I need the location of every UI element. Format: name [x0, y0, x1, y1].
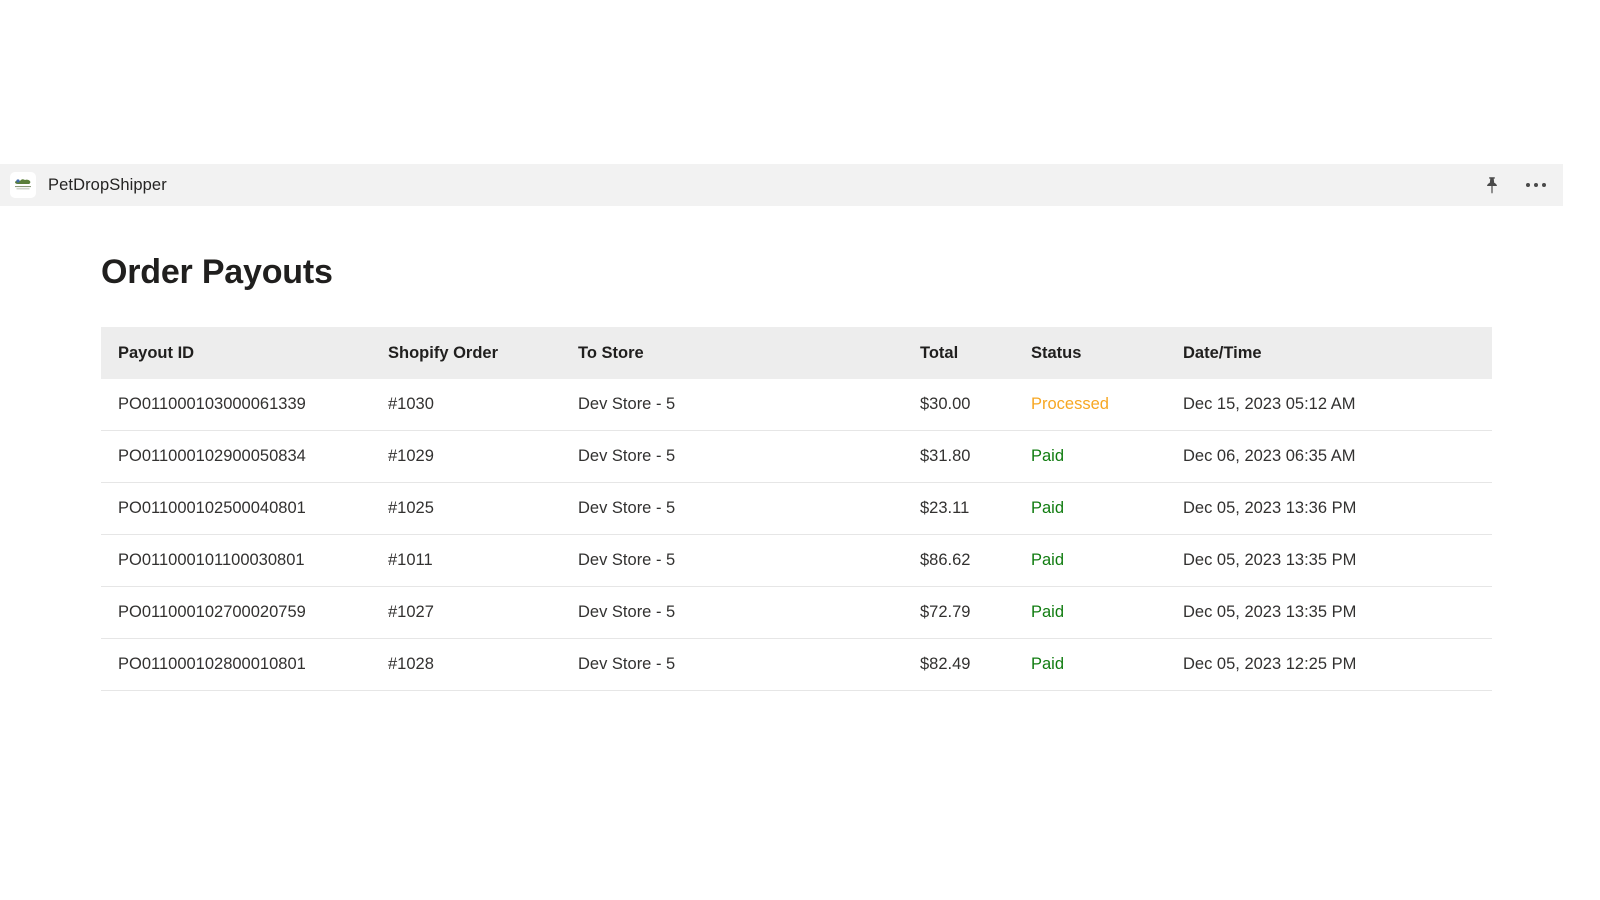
cell-datetime: Dec 05, 2023 13:35 PM: [1183, 534, 1492, 588]
cell-total: $30.00: [920, 379, 1031, 432]
cell-shopify-order: #1025: [388, 482, 578, 536]
table-header: Payout ID Shopify Order To Store Total S…: [101, 327, 1492, 380]
cell-to-store: Dev Store - 5: [578, 430, 920, 484]
column-header-status[interactable]: Status: [1031, 327, 1183, 380]
page-title: Order Payouts: [101, 253, 333, 291]
column-header-payout-id[interactable]: Payout ID: [101, 327, 388, 380]
more-options-icon[interactable]: [1525, 174, 1547, 196]
table-row[interactable]: PO011000103000061339 #1030 Dev Store - 5 $3…: [101, 379, 1492, 432]
cell-datetime: Dec 05, 2023 12:25 PM: [1183, 638, 1492, 692]
cell-total: $31.80: [920, 430, 1031, 484]
column-header-to-store[interactable]: To Store: [578, 327, 920, 380]
cell-payout-id: PO011000102900050834: [101, 430, 388, 484]
cell-to-store: Dev Store - 5: [578, 482, 920, 536]
cell-datetime: Dec 05, 2023 13:35 PM: [1183, 586, 1492, 640]
app-bar-actions: [1481, 174, 1547, 196]
cell-to-store: Dev Store - 5: [578, 586, 920, 640]
app-window: PetDropShipper Order Payouts Payout ID S…: [0, 164, 1563, 720]
status-badge: Processed: [1031, 379, 1183, 432]
dot: [1534, 183, 1538, 187]
cell-payout-id: PO011000103000061339: [101, 379, 388, 432]
cell-to-store: Dev Store - 5: [578, 534, 920, 588]
app-title: PetDropShipper: [48, 175, 167, 194]
table-row[interactable]: PO011000101100030801 #1011 Dev Store - 5 $8…: [101, 534, 1492, 588]
app-header-bar: PetDropShipper: [0, 164, 1563, 206]
cell-total: $86.62: [920, 534, 1031, 588]
dot: [1526, 183, 1530, 187]
table-header-row: Payout ID Shopify Order To Store Total S…: [101, 327, 1492, 380]
table-row[interactable]: PO011000102500040801 #1025 Dev Store - 5 $2…: [101, 482, 1492, 536]
cell-datetime: Dec 05, 2023 13:36 PM: [1183, 482, 1492, 536]
status-badge: Paid: [1031, 638, 1183, 692]
column-header-shopify-order[interactable]: Shopify Order: [388, 327, 578, 380]
table-row[interactable]: PO011000102900050834 #1029 Dev Store - 5 $3…: [101, 430, 1492, 484]
cell-shopify-order: #1029: [388, 430, 578, 484]
status-badge: Paid: [1031, 430, 1183, 484]
pin-icon[interactable]: [1481, 174, 1503, 196]
table-row[interactable]: PO011000102800010801 #1028 Dev Store - 5 $8…: [101, 638, 1492, 692]
petdropshipper-logo-icon: [10, 172, 36, 198]
cell-shopify-order: #1030: [388, 379, 578, 432]
cell-to-store: Dev Store - 5: [578, 638, 920, 692]
cell-payout-id: PO011000101100030801: [101, 534, 388, 588]
cell-total: $23.11: [920, 482, 1031, 536]
cell-to-store: Dev Store - 5: [578, 379, 920, 432]
payouts-table-container: Payout ID Shopify Order To Store Total S…: [101, 327, 1492, 692]
cell-shopify-order: #1011: [388, 534, 578, 588]
status-badge: Paid: [1031, 586, 1183, 640]
cell-shopify-order: #1027: [388, 586, 578, 640]
cell-datetime: Dec 06, 2023 06:35 AM: [1183, 430, 1492, 484]
order-payouts-table: Payout ID Shopify Order To Store Total S…: [101, 327, 1492, 692]
column-header-datetime[interactable]: Date/Time: [1183, 327, 1492, 380]
dot: [1542, 183, 1546, 187]
table-row[interactable]: PO011000102700020759 #1027 Dev Store - 5 $7…: [101, 586, 1492, 640]
status-badge: Paid: [1031, 482, 1183, 536]
cell-datetime: Dec 15, 2023 05:12 AM: [1183, 379, 1492, 432]
cell-total: $72.79: [920, 586, 1031, 640]
page-content: Order Payouts Payout ID Shopify Order To…: [0, 206, 1563, 692]
cell-payout-id: PO011000102500040801: [101, 482, 388, 536]
app-identity: PetDropShipper: [10, 172, 167, 198]
column-header-total[interactable]: Total: [920, 327, 1031, 380]
cell-payout-id: PO011000102800010801: [101, 638, 388, 692]
cell-shopify-order: #1028: [388, 638, 578, 692]
cell-total: $82.49: [920, 638, 1031, 692]
status-badge: Paid: [1031, 534, 1183, 588]
table-body: PO011000103000061339 #1030 Dev Store - 5 $3…: [101, 379, 1492, 692]
cell-payout-id: PO011000102700020759: [101, 586, 388, 640]
